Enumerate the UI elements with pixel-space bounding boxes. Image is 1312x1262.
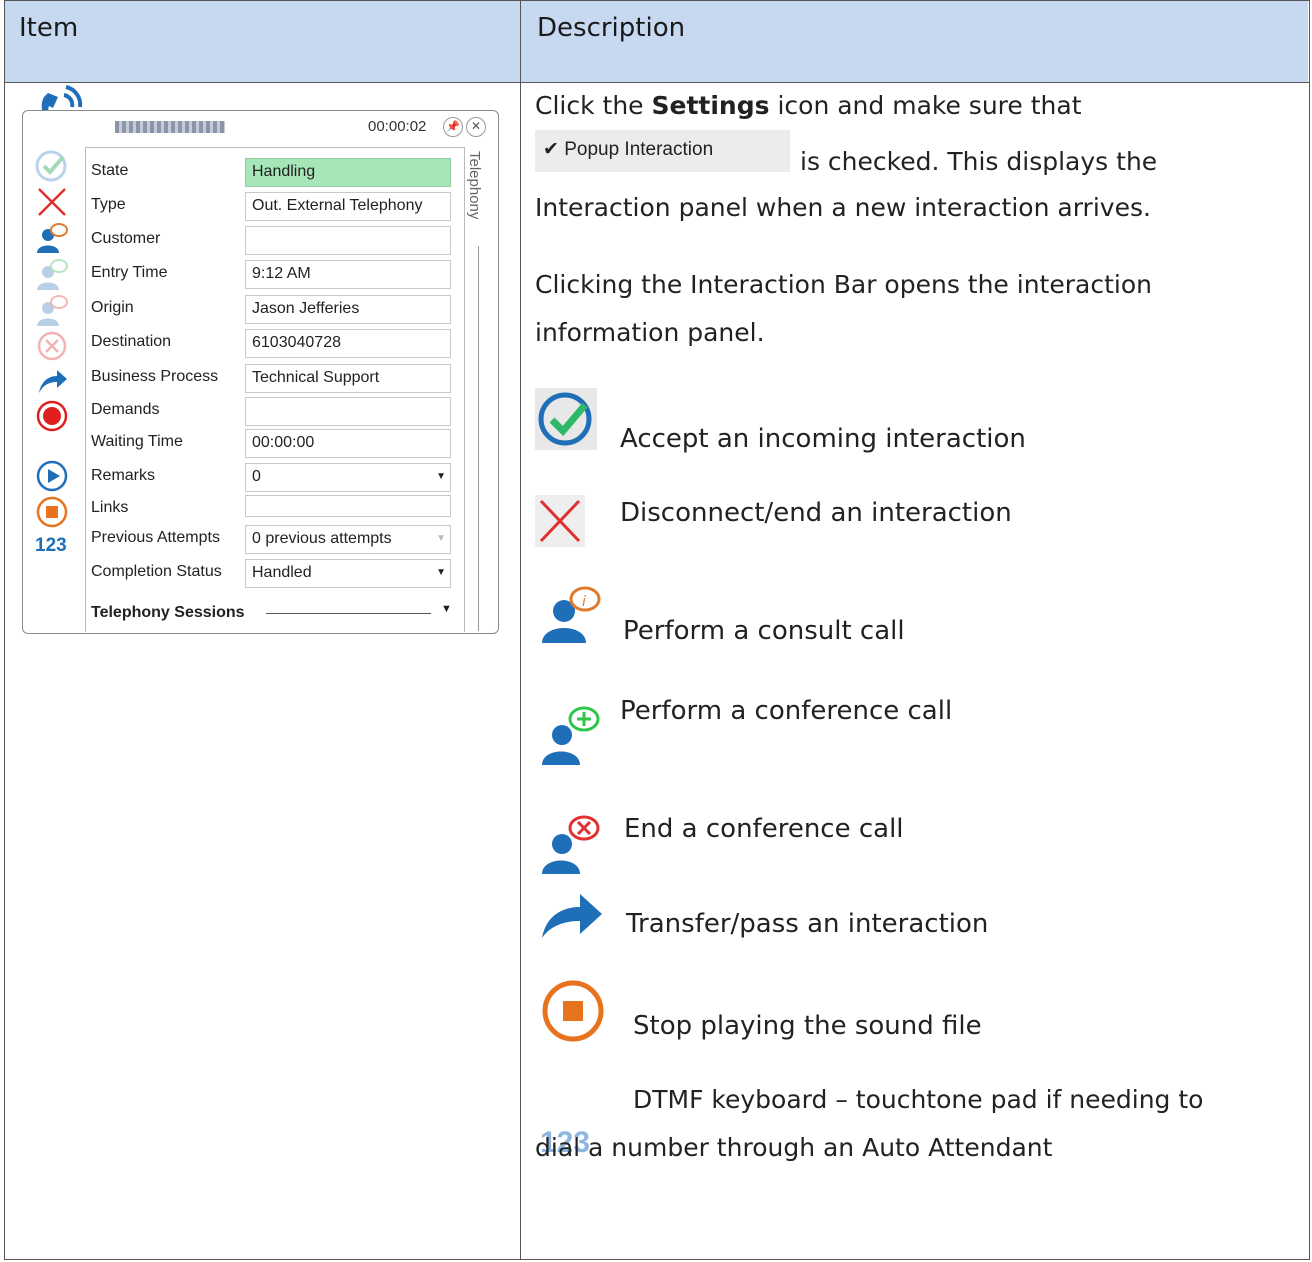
field-value[interactable]: 6103040728	[245, 329, 451, 358]
field-value[interactable]: Handling	[245, 158, 451, 187]
telephony-tab[interactable]: Telephony	[466, 151, 483, 219]
checked-text: is checked. This displays the	[800, 147, 1158, 176]
accept-icon-tile	[535, 388, 597, 450]
field-label: Waiting Time	[91, 433, 183, 450]
play-icon[interactable]	[35, 459, 69, 493]
consult-call-icon: i	[542, 586, 601, 643]
telephony-sessions-label[interactable]: Telephony Sessions	[91, 604, 245, 622]
field-label: State	[91, 162, 129, 179]
field-label: Business Process	[91, 368, 219, 385]
accept-icon	[538, 392, 592, 446]
field-label: Previous Attempts	[91, 529, 220, 546]
svg-text:i: i	[582, 594, 586, 610]
field-label: Destination	[91, 333, 172, 350]
instruction-text: Click the	[535, 91, 652, 120]
info-panel-text: information panel.	[535, 318, 765, 347]
blurred-phone-number	[115, 121, 225, 133]
field-value[interactable]	[245, 495, 451, 517]
field-value-text: Technical Support	[252, 369, 380, 386]
field-value-text: Jason Jefferies	[252, 300, 360, 317]
conference-call-icon[interactable]	[35, 257, 69, 291]
header-item: Item	[5, 1, 521, 83]
side-tab-divider	[478, 246, 479, 631]
record-icon[interactable]	[35, 399, 69, 433]
end-conference-icon	[542, 815, 600, 874]
header-description: Description	[521, 1, 1308, 83]
field-value-text: 0 previous attempts	[252, 530, 392, 547]
instruction-text-cont: icon and make sure that	[769, 91, 1082, 120]
pin-icon[interactable]: 📌	[443, 117, 463, 137]
dropdown-arrow-icon[interactable]: ▼	[436, 567, 446, 578]
column-divider	[520, 83, 521, 1259]
field-value[interactable]: 0 ▼	[245, 463, 451, 492]
field-value-text: Handling	[252, 163, 316, 180]
conference-call-icon	[542, 706, 600, 765]
popup-interaction-option: ✔ Popup Interaction	[535, 130, 790, 172]
field-value[interactable]	[245, 226, 451, 255]
field-label: Entry Time	[91, 264, 168, 281]
field-value[interactable]: Technical Support	[245, 364, 451, 393]
field-value-text: 9:12 AM	[252, 265, 311, 282]
cancel-icon[interactable]	[35, 329, 69, 363]
field-value[interactable]: Out. External Telephony	[245, 192, 451, 221]
field-value[interactable]: Handled ▼	[245, 559, 451, 588]
field-label: Completion Status	[91, 563, 222, 580]
call-timer: 00:00:02	[368, 118, 427, 135]
interaction-panel: 00:00:02 📌 ✕ 123 Telephony State Handlin…	[22, 110, 499, 634]
settings-instruction: Click the Settings icon and make sure th…	[535, 82, 1082, 129]
close-icon[interactable]: ✕	[466, 117, 486, 137]
accept-description: Accept an incoming interaction	[620, 424, 1026, 454]
consult-call-icon[interactable]	[35, 221, 69, 255]
field-value-text: Out. External Telephony	[252, 197, 423, 214]
field-label: Type	[91, 196, 126, 213]
end-conference-description: End a conference call	[624, 814, 904, 844]
end-conference-icon[interactable]	[35, 293, 69, 327]
disconnect-icon-tile	[535, 495, 585, 547]
dtmf-description: DTMF keyboard – touchtone pad if needing…	[633, 1085, 1204, 1114]
stop-icon[interactable]	[35, 495, 69, 529]
field-value[interactable]: Jason Jefferies	[245, 295, 451, 324]
transfer-description: Transfer/pass an interaction	[626, 909, 989, 939]
field-value-text: Handled	[252, 564, 312, 581]
interaction-bar-text: Clicking the Interaction Bar opens the i…	[535, 270, 1152, 299]
stop-description: Stop playing the sound file	[633, 1011, 982, 1041]
panel-arrival-text: Interaction panel when a new interaction…	[535, 193, 1151, 222]
sessions-expand-icon[interactable]: ▼	[441, 603, 452, 615]
field-value[interactable]: 0 previous attempts ▼	[245, 525, 451, 554]
stop-icon	[542, 980, 604, 1042]
conference-description: Perform a conference call	[620, 696, 953, 726]
consult-description: Perform a consult call	[623, 616, 905, 646]
dropdown-arrow-icon[interactable]: ▼	[436, 533, 446, 544]
dtmf-keypad-icon[interactable]: 123	[35, 535, 69, 569]
field-value-text: 00:00:00	[252, 434, 315, 451]
field-value-text: 0	[252, 468, 261, 485]
transfer-icon[interactable]	[35, 363, 69, 397]
dropdown-arrow-icon[interactable]: ▼	[436, 471, 446, 482]
field-value[interactable]	[245, 397, 451, 426]
transfer-icon	[542, 894, 602, 938]
settings-keyword: Settings	[651, 91, 770, 120]
field-value-text: 6103040728	[252, 334, 341, 351]
dtmf-description-cont: dial a number through an Auto Attendant	[535, 1133, 1053, 1162]
field-label: Remarks	[91, 467, 156, 484]
field-value[interactable]: 00:00:00	[245, 429, 451, 458]
accept-icon[interactable]	[35, 149, 69, 183]
field-label: Links	[91, 499, 129, 516]
field-value[interactable]: 9:12 AM	[245, 260, 451, 289]
disconnect-description: Disconnect/end an interaction	[620, 498, 1012, 528]
field-label: Customer	[91, 230, 161, 247]
disconnect-icon[interactable]	[35, 185, 69, 219]
field-label: Origin	[91, 299, 134, 316]
sessions-divider	[266, 613, 431, 614]
field-label: Demands	[91, 401, 160, 418]
disconnect-icon	[539, 499, 581, 543]
